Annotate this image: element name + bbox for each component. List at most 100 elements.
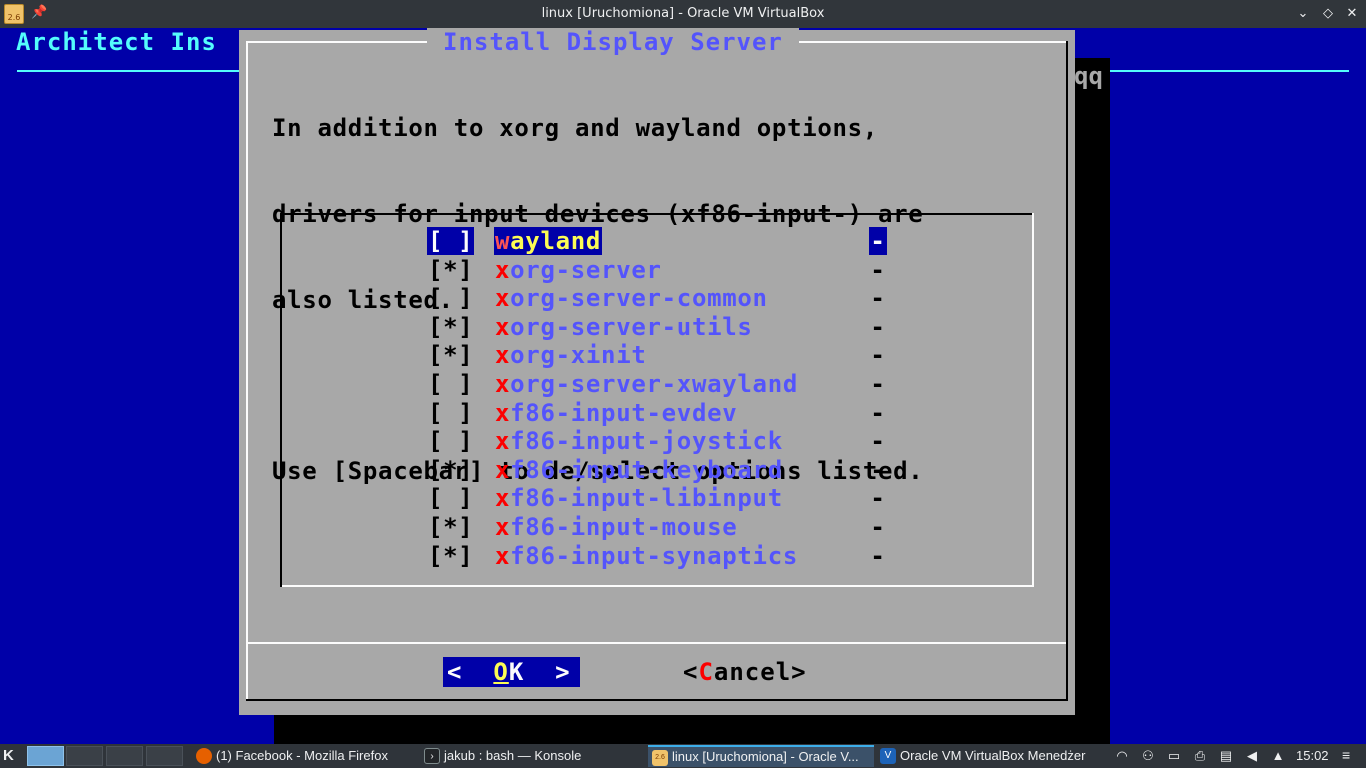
dialog-title: Install Display Server bbox=[427, 28, 799, 56]
item-hotkey: x bbox=[495, 398, 511, 427]
item-hotkey: x bbox=[495, 312, 511, 341]
install-display-server-dialog: Install Display Server In addition to xo… bbox=[239, 28, 1075, 715]
cancel-button[interactable]: <Cancel> bbox=[683, 657, 807, 687]
checklist-item[interactable]: [ ] xf86-input-joystick - bbox=[280, 427, 1034, 456]
desktop-pager-1[interactable] bbox=[27, 746, 64, 766]
desktop-pager-3[interactable] bbox=[106, 746, 143, 766]
item-label[interactable]: xorg-server-common bbox=[494, 284, 769, 312]
item-label[interactable]: xf86-input-mouse bbox=[494, 513, 738, 541]
checklist-box: [ ] wayland - [*] xorg-server -[ ] xorg-server… bbox=[280, 213, 1034, 587]
item-label[interactable]: xf86-input-keyboard bbox=[494, 456, 784, 484]
item-checkbox[interactable]: [ ] bbox=[427, 227, 475, 255]
battery-icon[interactable]: ▭ bbox=[1165, 747, 1183, 765]
item-description: - bbox=[870, 370, 886, 398]
item-checkbox[interactable]: [*] bbox=[427, 341, 474, 369]
item-label[interactable]: xorg-server bbox=[494, 256, 663, 284]
task-label: jakub : bash — Konsole bbox=[444, 748, 582, 763]
item-name: org-xinit bbox=[510, 341, 647, 370]
ok-hotkey: O bbox=[493, 658, 509, 686]
volume-icon[interactable]: ◀ bbox=[1243, 747, 1261, 765]
item-checkbox[interactable]: [ ] bbox=[427, 427, 474, 455]
kde-launcher-icon[interactable]: K bbox=[3, 747, 21, 765]
maximize-button[interactable]: ◇ bbox=[1318, 4, 1338, 24]
checklist-item[interactable]: [*] xorg-server - bbox=[280, 256, 1034, 285]
desktop-pager-2[interactable] bbox=[66, 746, 103, 766]
hamburger-menu-icon[interactable]: ≡ bbox=[1342, 747, 1350, 763]
cancel-hotkey: C bbox=[698, 658, 714, 686]
item-hotkey: x bbox=[495, 513, 511, 541]
item-description: - bbox=[870, 398, 886, 427]
item-label[interactable]: xorg-server-xwayland bbox=[494, 370, 799, 398]
item-description: - bbox=[870, 341, 886, 370]
item-description: - bbox=[870, 484, 886, 513]
item-checkbox[interactable]: [*] bbox=[427, 456, 474, 484]
konsole-icon: › bbox=[424, 748, 440, 764]
item-label[interactable]: xf86-input-libinput bbox=[494, 484, 784, 512]
virtualbox-manager-icon: V bbox=[880, 748, 896, 764]
item-checkbox[interactable]: [ ] bbox=[427, 484, 474, 512]
checklist-item[interactable]: [ ] xf86-input-libinput - bbox=[280, 484, 1034, 513]
item-checkbox[interactable]: [ ] bbox=[427, 284, 474, 312]
ok-button[interactable]: < OK > bbox=[443, 657, 580, 687]
user-network-icon[interactable]: ⚇ bbox=[1139, 747, 1157, 765]
item-description: - bbox=[870, 427, 886, 456]
task-virtualbox-manager[interactable]: V Oracle VM VirtualBox Menedżer bbox=[876, 745, 1102, 767]
item-description: - bbox=[870, 455, 886, 484]
clock[interactable]: 15:02 bbox=[1296, 748, 1329, 763]
checklist-item[interactable]: [*] xorg-server-utils - bbox=[280, 313, 1034, 342]
item-name: f86-input-keyboard bbox=[510, 455, 783, 484]
task-firefox[interactable]: (1) Facebook - Mozilla Firefox bbox=[192, 745, 416, 767]
checklist-item[interactable]: [*] xf86-input-synaptics - bbox=[280, 542, 1034, 571]
task-konsole[interactable]: › jakub : bash — Konsole bbox=[420, 745, 646, 767]
task-virtualbox-vm[interactable]: 2.6 linux [Uruchomiona] - Oracle V... bbox=[648, 745, 874, 767]
item-checkbox[interactable]: [ ] bbox=[427, 370, 474, 398]
item-description: - bbox=[870, 284, 886, 313]
item-name: org-server-xwayland bbox=[510, 370, 798, 398]
shadow-text: qq bbox=[1074, 62, 1103, 90]
item-label[interactable]: xorg-server-utils bbox=[494, 313, 754, 341]
item-hotkey: x bbox=[495, 427, 511, 456]
minimize-button[interactable]: ⌄ bbox=[1293, 4, 1313, 24]
item-checkbox[interactable]: [*] bbox=[427, 313, 474, 341]
window-titlebar[interactable]: 2.6 📌 linux [Uruchomiona] - Oracle VM Vi… bbox=[0, 0, 1366, 28]
diamond-icon: ◇ bbox=[1323, 6, 1333, 21]
item-hotkey: x bbox=[495, 255, 511, 284]
taskbar: K (1) Facebook - Mozilla Firefox › jakub… bbox=[0, 744, 1366, 768]
item-checkbox[interactable]: [*] bbox=[427, 542, 474, 570]
checklist-item[interactable]: [*] xf86-input-mouse - bbox=[280, 513, 1034, 542]
item-label[interactable]: xf86-input-joystick bbox=[494, 427, 784, 455]
cancel-label: ancel> bbox=[713, 658, 807, 686]
item-label[interactable]: xf86-input-evdev bbox=[494, 399, 738, 427]
checklist-item[interactable]: [*] xf86-input-keyboard - bbox=[280, 456, 1034, 485]
installer-backtitle: Architect Ins bbox=[16, 28, 217, 56]
printer-icon[interactable]: ⎙ bbox=[1191, 747, 1209, 765]
chevron-down-icon: ⌄ bbox=[1297, 6, 1309, 21]
checklist-item[interactable]: [ ] xf86-input-evdev - bbox=[280, 399, 1034, 428]
item-checkbox[interactable]: [*] bbox=[427, 513, 474, 541]
checklist-item[interactable]: [ ] xorg-server-xwayland - bbox=[280, 370, 1034, 399]
vm-screen[interactable]: Architect Ins qq Install Display Server … bbox=[0, 28, 1366, 744]
task-label: Oracle VM VirtualBox Menedżer bbox=[900, 748, 1086, 763]
checklist-border bbox=[282, 585, 1034, 587]
tray-expand-icon[interactable]: ▲ bbox=[1269, 747, 1287, 765]
clipboard-icon[interactable]: ▤ bbox=[1217, 747, 1235, 765]
dialog-border bbox=[246, 41, 248, 701]
wifi-icon[interactable]: ◠ bbox=[1113, 747, 1131, 765]
item-checkbox[interactable]: [*] bbox=[427, 256, 474, 284]
item-name: org-server bbox=[510, 255, 662, 284]
item-checkbox[interactable]: [ ] bbox=[427, 399, 474, 427]
item-description: - bbox=[870, 255, 886, 284]
checklist-item[interactable]: [ ] xorg-server-common - bbox=[280, 284, 1034, 313]
item-name: org-server-utils bbox=[510, 312, 753, 341]
item-hotkey: x bbox=[495, 455, 511, 484]
item-label[interactable]: xorg-xinit bbox=[494, 341, 648, 369]
checklist-item[interactable]: [*] xorg-xinit - bbox=[280, 341, 1034, 370]
item-label[interactable]: wayland bbox=[494, 227, 603, 255]
task-label: (1) Facebook - Mozilla Firefox bbox=[216, 748, 388, 763]
item-hotkey: x bbox=[495, 484, 511, 513]
checklist-item[interactable]: [ ] wayland - bbox=[280, 227, 1034, 256]
item-label[interactable]: xf86-input-synaptics bbox=[494, 542, 799, 570]
close-button[interactable]: ✕ bbox=[1342, 4, 1362, 24]
desktop-pager-4[interactable] bbox=[146, 746, 183, 766]
item-name: f86-input-libinput bbox=[510, 484, 783, 513]
